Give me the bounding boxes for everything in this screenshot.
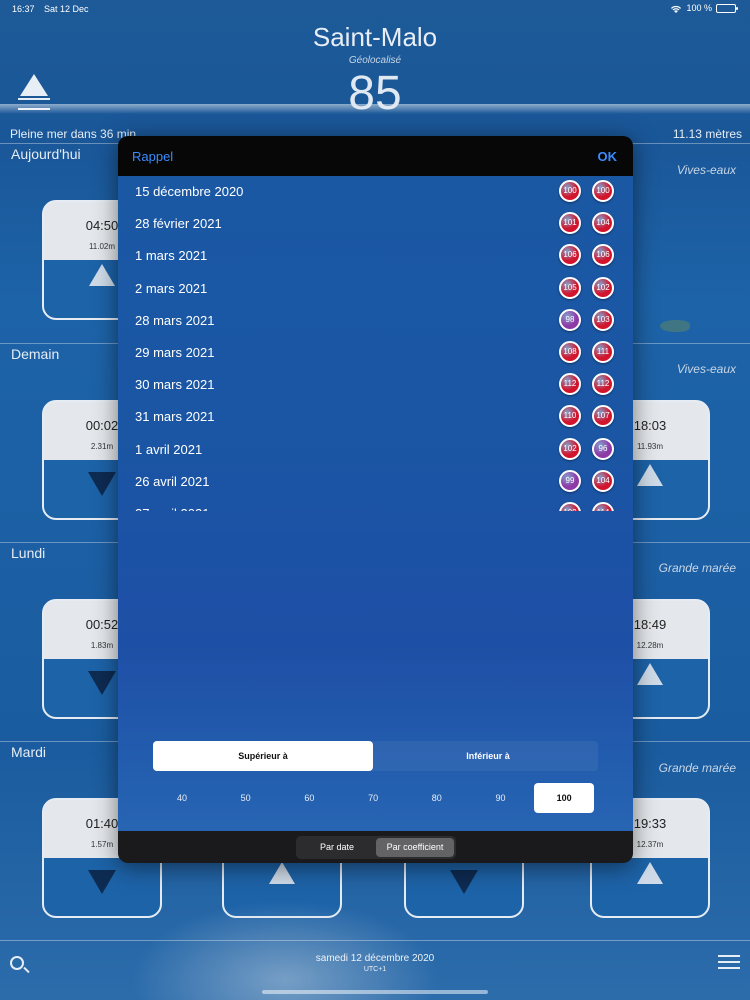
coefficient-badge: 108 bbox=[559, 340, 581, 363]
coefficient-badge: 98 bbox=[559, 308, 581, 331]
bottom-divider bbox=[0, 940, 750, 941]
list-item[interactable]: 1 avril 2021 102 96 bbox=[118, 434, 633, 466]
list-item[interactable]: 31 mars 2021 110 107 bbox=[118, 401, 633, 433]
coral-decoration bbox=[130, 900, 440, 1000]
coefficient-badge: 96 bbox=[592, 437, 614, 460]
status-date: Sat 12 Dec bbox=[44, 4, 89, 14]
list-item-date: 29 mars 2021 bbox=[135, 344, 215, 360]
coefficient-badge: 104 bbox=[592, 212, 614, 235]
list-item[interactable]: 27 avril 2021 109 114 bbox=[118, 498, 633, 511]
geolocation-label: Géolocalisé bbox=[348, 55, 402, 66]
coefficient-badge: 107 bbox=[592, 405, 614, 428]
high-tide-arrow-icon bbox=[269, 862, 295, 884]
tab-par-date[interactable]: Par date bbox=[298, 838, 376, 857]
mode-segmented-control: Par date Par coefficient bbox=[296, 836, 456, 859]
day-tag-tomorrow: Vives-eaux bbox=[676, 362, 736, 376]
list-item-date: 28 février 2021 bbox=[135, 216, 222, 232]
high-tide-arrow-icon bbox=[89, 264, 115, 286]
list-item-date: 28 mars 2021 bbox=[135, 312, 215, 328]
modal-header: Rappel OK bbox=[118, 136, 633, 176]
day-tag-tuesday: Grande marée bbox=[658, 761, 736, 775]
bottom-date[interactable]: samedi 12 décembre 2020 bbox=[0, 953, 750, 964]
timezone-label: UTC+1 bbox=[363, 966, 387, 973]
day-tag-monday: Grande marée bbox=[658, 561, 736, 575]
coefficient-option[interactable]: 50 bbox=[216, 783, 276, 813]
wifi-icon bbox=[671, 5, 682, 13]
list-item[interactable]: 30 mars 2021 112 112 bbox=[118, 369, 633, 401]
superieur-option[interactable]: Supérieur à bbox=[153, 741, 373, 771]
tide-height: 11.13 mètres bbox=[672, 127, 742, 141]
coefficient-badge: 112 bbox=[592, 373, 614, 396]
alert-modal: Rappel OK 15 décembre 2020 100 100 28 févri… bbox=[118, 136, 633, 863]
day-label-today: Aujourd'hui bbox=[11, 146, 81, 162]
coefficient-badge: 102 bbox=[559, 437, 581, 460]
coefficient-badge: 106 bbox=[559, 244, 581, 267]
battery-percent: 100 % bbox=[686, 3, 712, 13]
coefficient-badge: 105 bbox=[559, 276, 581, 299]
coefficient-value: 85 bbox=[348, 67, 402, 120]
rappel-button[interactable]: Rappel bbox=[132, 149, 173, 164]
coefficient-picker: 40 50 60 70 80 90 100 bbox=[151, 783, 601, 813]
coefficient-option[interactable]: 40 bbox=[152, 783, 212, 813]
coefficient-badge: 106 bbox=[592, 244, 614, 267]
list-item[interactable]: 28 mars 2021 98 103 bbox=[118, 305, 633, 337]
city-title[interactable]: Saint-Malo bbox=[0, 22, 750, 53]
low-tide-arrow-icon bbox=[88, 870, 116, 894]
high-tide-arrow-icon bbox=[637, 663, 663, 685]
day-label-tomorrow: Demain bbox=[11, 346, 60, 362]
coefficient-option[interactable]: 100 bbox=[534, 783, 595, 813]
list-item-date: 15 décembre 2020 bbox=[135, 184, 244, 199]
status-time: 16:37 bbox=[12, 4, 35, 14]
coefficient-badge: 104 bbox=[592, 469, 614, 492]
list-item-date: 2 mars 2021 bbox=[135, 280, 208, 296]
coefficient-option[interactable]: 80 bbox=[407, 783, 467, 813]
coefficient-option[interactable]: 70 bbox=[343, 783, 403, 813]
coefficient-badge: 103 bbox=[592, 308, 614, 331]
list-item[interactable]: 1 mars 2021 106 106 bbox=[118, 240, 633, 272]
status-right: 100 % bbox=[670, 3, 738, 13]
day-label-monday: Lundi bbox=[11, 545, 46, 561]
list-item[interactable]: 29 mars 2021 108 111 bbox=[118, 337, 633, 369]
tab-par-coefficient[interactable]: Par coefficient bbox=[376, 838, 454, 857]
coefficient-option[interactable]: 90 bbox=[471, 783, 531, 813]
fish-decoration bbox=[660, 320, 690, 332]
coefficient-badge: 102 bbox=[592, 276, 614, 299]
coefficient-badge: 100 bbox=[559, 180, 581, 202]
low-tide-arrow-icon bbox=[88, 671, 116, 695]
coefficient-badge: 114 bbox=[592, 501, 614, 511]
list-item-date: 1 mars 2021 bbox=[135, 248, 208, 264]
tide-date-list[interactable]: 15 décembre 2020 100 100 28 février 2021 101… bbox=[118, 176, 633, 511]
list-item-date: 27 avril 2021 bbox=[135, 506, 209, 511]
day-tag-today: Vives-eaux bbox=[676, 163, 736, 177]
list-item[interactable]: 2 mars 2021 105 102 bbox=[118, 273, 633, 305]
ok-button[interactable]: OK bbox=[598, 149, 618, 164]
day-label-tuesday: Mardi bbox=[11, 744, 47, 760]
list-menu-icon[interactable] bbox=[718, 955, 740, 969]
modal-footer: Par date Par coefficient bbox=[118, 831, 633, 863]
list-item-date: 30 mars 2021 bbox=[135, 377, 215, 393]
list-item[interactable]: 15 décembre 2020 100 100 bbox=[118, 176, 633, 208]
comparison-segmented-control: Supérieur à Inférieur à bbox=[153, 741, 598, 771]
coefficient-badge: 109 bbox=[559, 501, 581, 511]
list-item[interactable]: 28 février 2021 101 104 bbox=[118, 208, 633, 240]
coefficient-badge: 110 bbox=[559, 405, 581, 428]
coefficient-badge: 99 bbox=[559, 469, 581, 492]
inferieur-option[interactable]: Inférieur à bbox=[378, 741, 598, 771]
coefficient-badge: 101 bbox=[559, 212, 581, 235]
high-tide-arrow-icon bbox=[637, 862, 663, 884]
coefficient-option[interactable]: 60 bbox=[279, 783, 339, 813]
low-tide-arrow-icon bbox=[450, 870, 478, 894]
coefficient-badge: 112 bbox=[559, 373, 581, 396]
coefficient-badge: 100 bbox=[592, 180, 614, 202]
home-indicator[interactable] bbox=[262, 990, 488, 994]
high-tide-arrow-icon bbox=[637, 464, 663, 486]
low-tide-arrow-icon bbox=[88, 472, 116, 496]
list-item-date: 1 avril 2021 bbox=[135, 441, 203, 457]
list-item-date: 31 mars 2021 bbox=[135, 409, 215, 425]
status-bar: 16:37 Sat 12 Dec 100 % bbox=[0, 0, 750, 18]
list-item-date: 26 avril 2021 bbox=[135, 473, 210, 489]
battery-icon bbox=[716, 3, 738, 13]
list-item[interactable]: 26 avril 2021 99 104 bbox=[118, 466, 633, 498]
coefficient-badge: 111 bbox=[592, 340, 614, 363]
